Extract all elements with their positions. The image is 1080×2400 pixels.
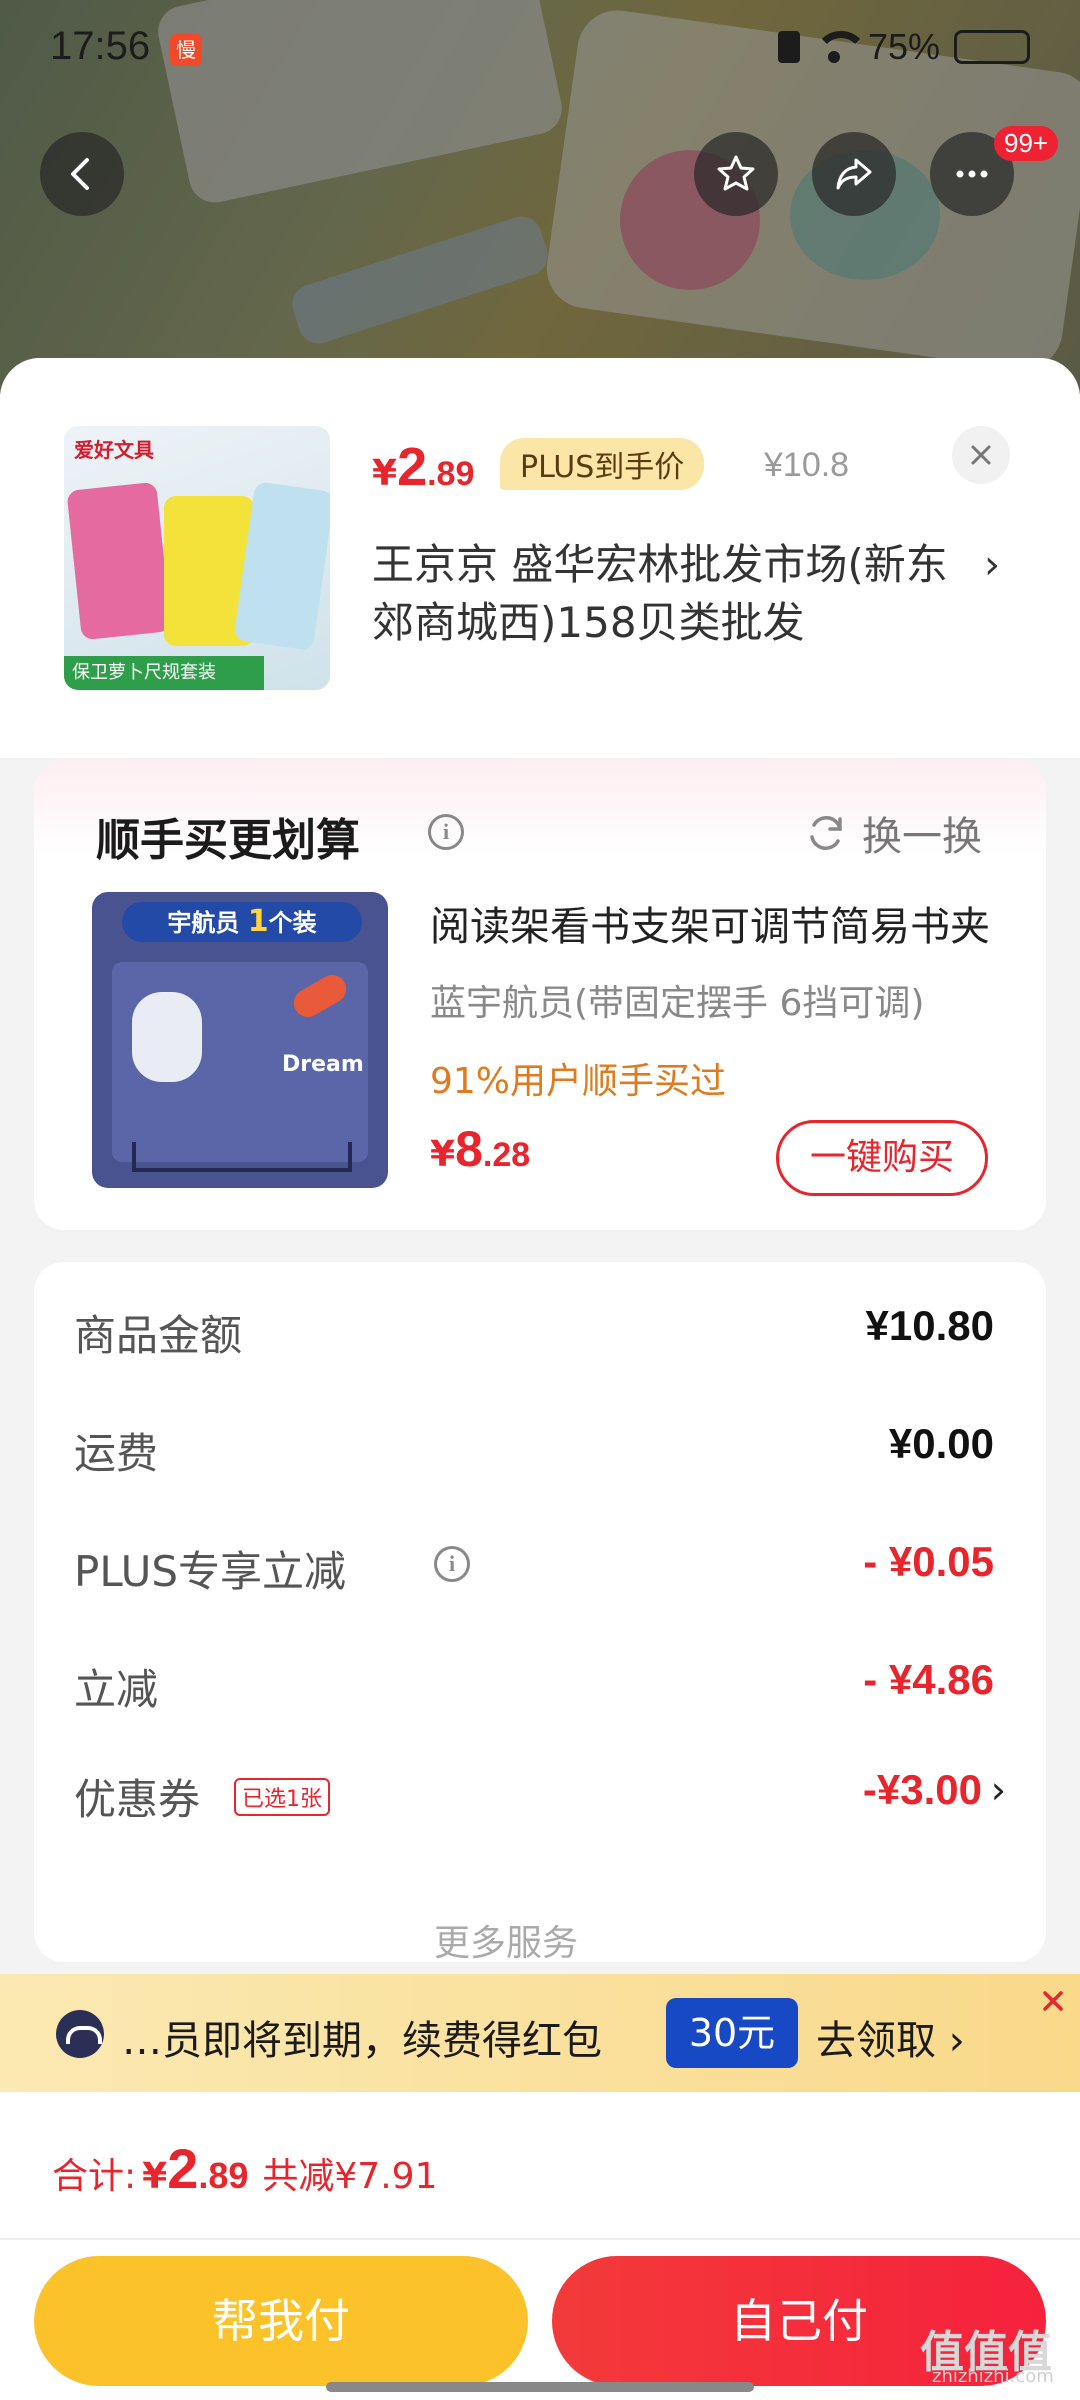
chevron-right-icon[interactable]: › <box>984 542 1000 588</box>
summary-row-instant-discount: 立减 - ¥4.86 <box>74 1656 994 1714</box>
product-thumbnail: 爱好文具 保卫萝卜尺规套装 <box>64 426 330 690</box>
chevron-right-icon: › <box>990 1768 1006 1812</box>
recommend-item-spec: 蓝宇航员(带固定摆手 6挡可调) <box>430 983 925 1024</box>
plus-info-icon[interactable]: i <box>434 1546 470 1582</box>
wifi-icon <box>813 31 868 63</box>
share-icon <box>836 158 872 190</box>
thumbnail-brand: 爱好文具 <box>74 438 154 462</box>
price-summary-card: 商品金额 ¥10.80 运费 ¥0.00 PLUS专享立减 i - ¥0.05 … <box>34 1262 1046 1964</box>
product-header: 爱好文具 保卫萝卜尺规套装 ¥ 2 .89 PLUS到手价 ¥10.8 王京京 … <box>0 358 1080 758</box>
summary-row-plus-discount: PLUS专享立减 i - ¥0.05 <box>74 1538 994 1596</box>
member-banner-text: …员即将到期，续费得红包 <box>122 2018 602 2064</box>
plus-member-icon <box>56 2010 104 2058</box>
claim-link[interactable]: 去领取 › <box>816 2008 965 2066</box>
more-count-badge: 99+ <box>994 126 1059 161</box>
star-icon <box>717 155 755 191</box>
favorite-button[interactable] <box>694 132 778 216</box>
summary-row-subtotal: 商品金额 ¥10.80 <box>74 1302 994 1360</box>
add-on-recommendation-card: 顺手买更划算 i 换一换 宇航员 1个装 Dream 阅读架看书支架可调节简易书… <box>34 760 1046 1230</box>
product-price: ¥ 2 .89 <box>372 437 475 497</box>
recommend-item-price: ¥ 8 .28 <box>430 1121 531 1177</box>
refresh-icon <box>810 816 842 850</box>
total-savings: 共减¥7.91 <box>262 2156 438 2197</box>
thumbnail-ribbon: 保卫萝卜尺规套装 <box>64 656 264 690</box>
site-watermark-url: zhizhizhi.com <box>932 2366 1054 2387</box>
chevron-left-icon <box>71 158 89 190</box>
shop-name[interactable]: 王京京 盛华宏林批发市场(新东郊商城西)158贝类批发 <box>372 536 972 652</box>
refresh-button[interactable]: 换一换 <box>804 804 982 862</box>
home-indicator[interactable] <box>326 2382 754 2392</box>
more-services-partial: 更多服务 <box>434 1923 579 1964</box>
status-bar: 17:56 慢 75% <box>0 0 1080 100</box>
battery-percent: 75% <box>867 26 940 67</box>
recommend-item-promo: 91%用户顺手买过 <box>430 1061 727 1102</box>
battery-icon <box>954 30 1030 64</box>
close-sheet-button[interactable] <box>952 426 1010 484</box>
one-click-buy-button[interactable]: 一键购买 <box>776 1120 988 1196</box>
help-me-pay-button[interactable]: 帮我付 <box>34 2256 528 2386</box>
recommend-item-name[interactable]: 阅读架看书支架可调节简易书夹 <box>430 894 990 952</box>
share-button[interactable] <box>812 132 896 216</box>
order-total: 合计: ¥ 2 .89 共减¥7.91 <box>52 2137 438 2200</box>
recommend-title: 顺手买更划算 <box>96 815 360 866</box>
summary-row-coupon[interactable]: 优惠券 已选1张 -¥3.00 › <box>74 1766 1006 1826</box>
plus-price-tag: PLUS到手价 <box>500 438 705 490</box>
original-price: ¥10.8 <box>764 446 850 484</box>
close-icon[interactable] <box>1036 1984 1070 2018</box>
more-dots-icon <box>956 170 988 178</box>
back-button[interactable] <box>40 132 124 216</box>
checkout-bottom-bar: 合计: ¥ 2 .89 共减¥7.91 帮我付 自己付 <box>0 2092 1080 2400</box>
status-time: 17:56 <box>50 24 151 68</box>
info-icon[interactable]: i <box>428 814 464 850</box>
red-packet-amount: 30元 <box>666 1998 798 2068</box>
refresh-label: 换一换 <box>862 814 982 860</box>
sim-icon <box>777 31 800 63</box>
membership-renewal-banner[interactable]: …员即将到期，续费得红包 30元 去领取 › <box>0 1974 1080 2092</box>
coupon-selected-tag: 已选1张 <box>234 1778 330 1816</box>
notification-badge-icon: 慢 <box>170 34 202 66</box>
close-icon <box>971 445 991 465</box>
summary-row-shipping: 运费 ¥0.00 <box>74 1420 994 1478</box>
recommend-item-image[interactable]: 宇航员 1个装 Dream <box>92 892 388 1188</box>
